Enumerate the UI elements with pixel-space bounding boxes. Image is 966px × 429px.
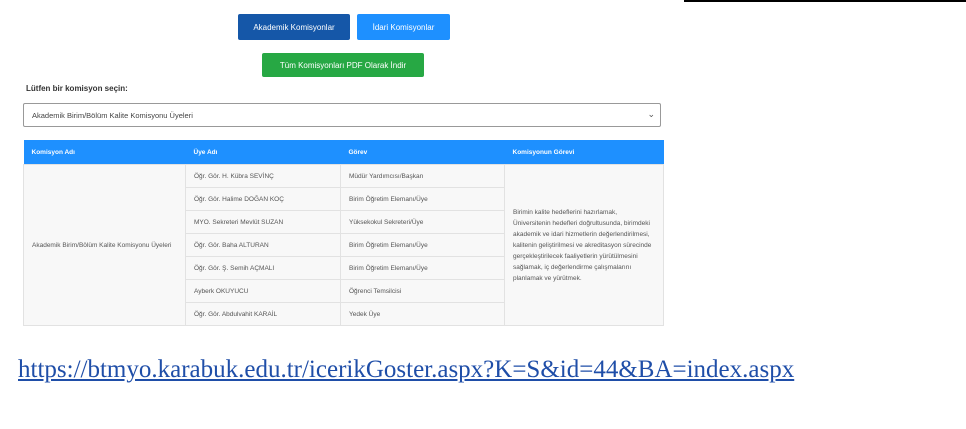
table-row: Akademik Birim/Bölüm Kalite Komisyonu Üy… xyxy=(23,164,664,326)
idari-komisyonlar-button[interactable]: İdari Komisyonlar xyxy=(357,14,450,40)
gorev-cell: Müdür Yardımcısı/Başkan xyxy=(340,164,505,188)
uye-cell: Öğr. Gör. H. Kübra SEVİNÇ xyxy=(185,164,341,188)
gorev-cell: Birim Öğretim Elemanı/Üye xyxy=(340,256,505,280)
page-screenshot: Akademik Komisyonlar İdari Komisyonlar T… xyxy=(16,2,672,345)
chevron-down-icon: ⌄ xyxy=(647,109,655,119)
uye-cell: Öğr. Gör. Ş. Semih AÇMALI xyxy=(185,256,341,280)
header-gorev: Görev xyxy=(340,140,505,165)
header-komisyon-gorevi: Komisyonun Görevi xyxy=(504,140,664,165)
uye-cell: Öğr. Gör. Halime DOĞAN KOÇ xyxy=(185,187,341,211)
uye-cell: MYO. Sekreteri Mevlüt SUZAN xyxy=(185,210,341,234)
table-header-row: Komisyon Adı Üye Adı Görev Komisyonun Gö… xyxy=(23,140,664,165)
komisyon-gorevi-cell: Birimin kalite hedeflerini hazırlamak, Ü… xyxy=(504,164,664,326)
header-uye-adi: Üye Adı xyxy=(185,140,341,165)
gorev-cell: Birim Öğretim Elemanı/Üye xyxy=(340,187,505,211)
header-komisyon-adi: Komisyon Adı xyxy=(23,140,186,165)
komisyon-adi-cell: Akademik Birim/Bölüm Kalite Komisyonu Üy… xyxy=(23,164,186,326)
uye-cell: Öğr. Gör. Baha ALTURAN xyxy=(185,233,341,257)
gorev-cell: Yedek Üye xyxy=(340,302,505,326)
gorev-cell: Yüksekokul Sekreteri/Üye xyxy=(340,210,505,234)
uye-cell: Öğr. Gör. Abdulvahit KARAİL xyxy=(185,302,341,326)
horizontal-rule xyxy=(684,0,966,2)
select-label: Lütfen bir komisyon seçin: xyxy=(26,84,128,93)
download-pdf-button[interactable]: Tüm Komisyonları PDF Olarak İndir xyxy=(262,53,424,77)
gorev-cell: Öğrenci Temsilcisi xyxy=(340,279,505,303)
select-value: Akademik Birim/Bölüm Kalite Komisyonu Üy… xyxy=(32,110,193,120)
source-link[interactable]: https://btmyo.karabuk.edu.tr/icerikGoste… xyxy=(18,352,958,388)
gorev-cell: Birim Öğretim Elemanı/Üye xyxy=(340,233,505,257)
uye-cell: Ayberk OKUYUCU xyxy=(185,279,341,303)
akademik-komisyonlar-button[interactable]: Akademik Komisyonlar xyxy=(238,14,350,40)
komisyon-select[interactable]: Akademik Birim/Bölüm Kalite Komisyonu Üy… xyxy=(23,103,661,127)
komisyon-table: Komisyon Adı Üye Adı Görev Komisyonun Gö… xyxy=(23,140,664,326)
